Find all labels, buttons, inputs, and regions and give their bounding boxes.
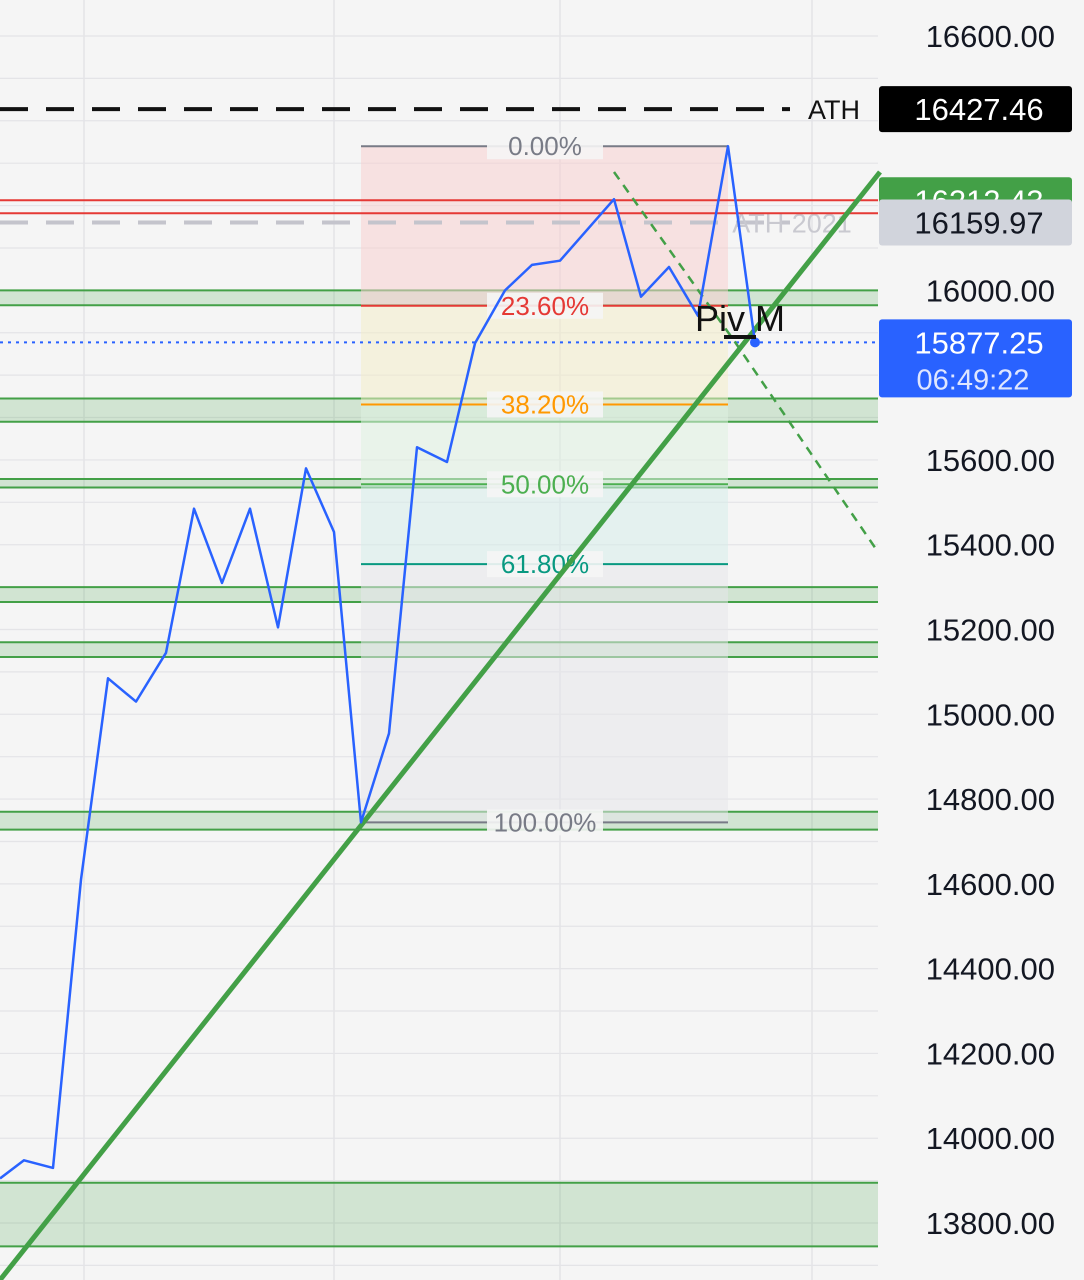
- y-axis-tick-label: 16600.00: [926, 19, 1055, 54]
- axis-price-label: 15877.25: [914, 325, 1043, 360]
- y-axis-tick-label: 15600.00: [926, 443, 1055, 478]
- y-axis-tick-label: 14000.00: [926, 1121, 1055, 1156]
- fib-level-label: 100.00%: [494, 807, 597, 837]
- fib-band: [361, 564, 728, 823]
- y-axis-tick-label: 14400.00: [926, 952, 1055, 987]
- y-axis-tick-label: 15200.00: [926, 613, 1055, 648]
- y-axis-tick-label: 14600.00: [926, 867, 1055, 902]
- y-axis-tick-label: 15000.00: [926, 697, 1055, 732]
- y-axis-tick-label: 15400.00: [926, 528, 1055, 563]
- fib-level-label: 0.00%: [508, 131, 582, 161]
- axis-price-caption: ATH: [808, 95, 860, 125]
- axis-price-label: 16427.46: [914, 92, 1043, 127]
- annotation-label: Piv M: [695, 298, 785, 339]
- fib-level-label: 50.00%: [501, 469, 589, 499]
- y-axis-tick-label: 14200.00: [926, 1036, 1055, 1071]
- fib-band: [361, 146, 728, 306]
- support-zone[interactable]: [0, 1182, 878, 1247]
- fib-level-label: 23.60%: [501, 291, 589, 321]
- price-chart[interactable]: 0.00%23.60%38.20%50.00%61.80%100.00%ATH …: [0, 0, 1084, 1280]
- fib-level-label: 38.20%: [501, 390, 589, 420]
- countdown-timer-label: 06:49:22: [917, 364, 1030, 396]
- y-axis-tick-label: 16000.00: [926, 273, 1055, 308]
- axis-price-label: 16159.97: [914, 206, 1043, 241]
- y-axis-tick-label: 14800.00: [926, 782, 1055, 817]
- y-axis-tick-label: 13800.00: [926, 1206, 1055, 1241]
